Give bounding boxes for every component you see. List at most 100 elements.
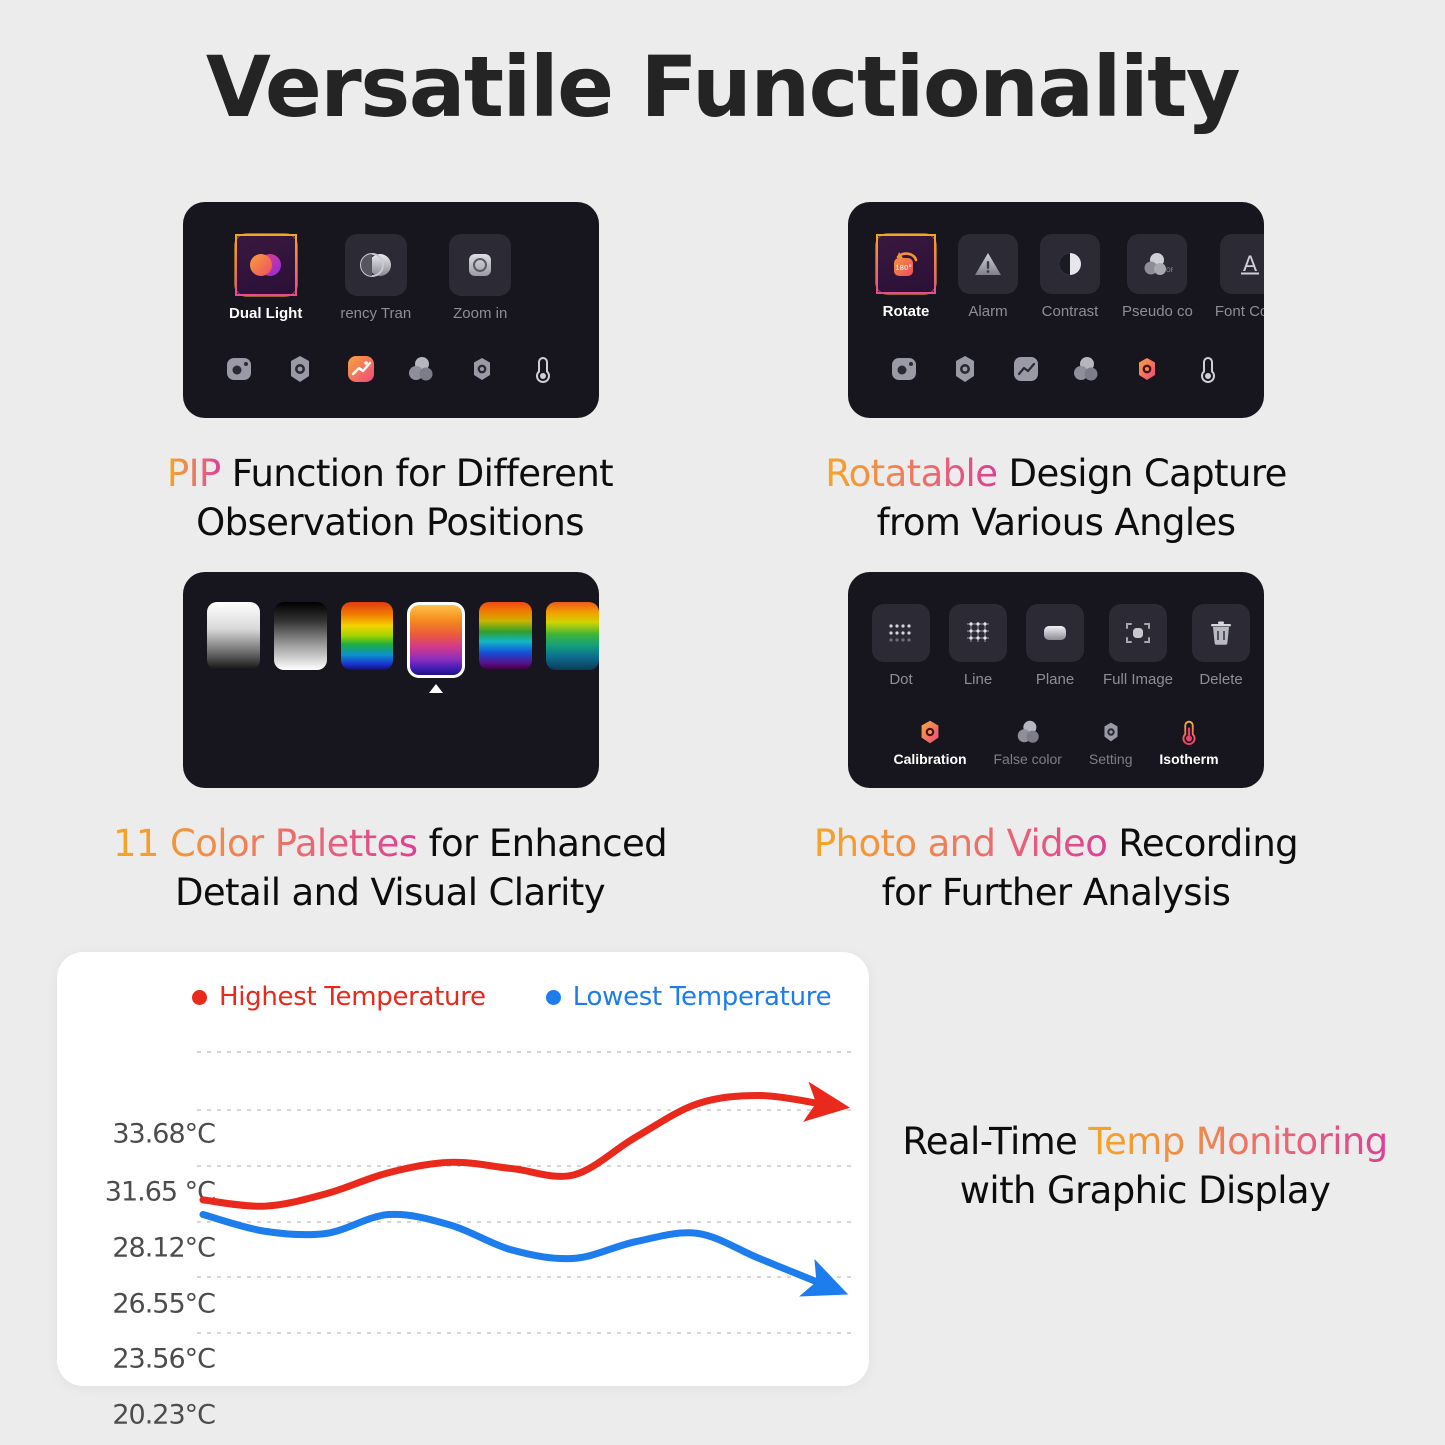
tile-label: Dot (889, 671, 913, 688)
contrast-tile[interactable] (1040, 234, 1100, 294)
palette-rainbow-2[interactable] (546, 602, 599, 670)
camera-icon (892, 358, 917, 380)
false-color-icon (1074, 357, 1098, 381)
toolbar-calibration[interactable] (285, 354, 315, 384)
toolbar-false-color[interactable] (406, 354, 436, 384)
dual-light-icon (249, 254, 281, 276)
tile-zoom-in[interactable]: Zoom in (449, 234, 512, 322)
caption-pre: Real-Time (902, 1120, 1089, 1163)
palette-black-hot[interactable] (273, 602, 327, 670)
rotate-panel: 180° Rotate Alarm Contrast OF Pseudo co … (848, 202, 1264, 418)
toolbar-chart[interactable] (1011, 354, 1041, 384)
toolbar-false-color[interactable] (1071, 354, 1101, 384)
palette-iron[interactable] (407, 602, 466, 693)
caption-rest: Recording (1107, 822, 1299, 865)
toolbar-setting[interactable]: Setting (1088, 718, 1133, 767)
tile-label: Rotate (882, 303, 930, 320)
legend-dot-lowest (545, 989, 561, 1005)
dot-icon (889, 624, 911, 642)
legend-dot-highest (192, 989, 207, 1005)
line-tile[interactable] (949, 604, 1007, 662)
camera-icon (227, 358, 252, 380)
caption-highlight: Rotatable (825, 452, 998, 495)
toolbar-isotherm[interactable] (528, 354, 558, 384)
caption-line2: Detail and Visual Clarity (174, 870, 606, 914)
tile-line[interactable]: Line (949, 604, 1007, 688)
font-color-icon: A (1240, 252, 1259, 276)
pip-panel-toolbar (183, 354, 599, 384)
alarm-icon (975, 253, 1001, 275)
palette-rainbow-hc[interactable] (479, 602, 533, 670)
toolbar-setting[interactable] (467, 354, 497, 384)
pseudo-color-tile[interactable]: OFF (1127, 234, 1188, 294)
tile-dot[interactable]: Dot (872, 604, 930, 688)
toolbar-label: Calibration (893, 751, 967, 767)
toolbar-setting[interactable] (1132, 354, 1162, 384)
palette-selected-caret (429, 684, 444, 693)
rotate-tile[interactable]: 180° (876, 234, 936, 294)
plane-tile[interactable] (1026, 604, 1084, 662)
tile-transparency[interactable]: rency Tran (340, 234, 411, 322)
legend-item-highest: Highest Temperature (192, 982, 486, 1012)
palette-rainbow[interactable] (340, 602, 394, 670)
pip-panel: Dual Light rency Tran Zoom in (183, 202, 599, 418)
false-color-icon (1017, 720, 1039, 743)
tile-label: Zoom in (453, 305, 508, 322)
transparency-tile[interactable] (344, 234, 407, 296)
caption-line2: Observation Positions (196, 500, 584, 544)
dual-light-tile[interactable] (234, 234, 297, 296)
tile-delete[interactable]: Delete (1192, 604, 1251, 688)
toolbar-camera[interactable] (224, 354, 254, 384)
toolbar-false-color[interactable]: False color (994, 718, 1062, 767)
recording-panel: Dot Line Plane Full Image Delete Calibra… (848, 572, 1264, 788)
dot-tile[interactable] (872, 604, 930, 662)
tile-plane[interactable]: Plane (1026, 604, 1084, 688)
tile-label: Contrast (1041, 303, 1099, 320)
font-color-tile[interactable]: A (1219, 234, 1264, 294)
rotate-180-icon: 180° (894, 252, 918, 276)
toolbar-calibration[interactable]: Calibration (893, 718, 967, 767)
zoom-in-icon (469, 254, 492, 276)
alarm-tile[interactable] (958, 234, 1018, 294)
contrast-icon (1059, 253, 1081, 275)
caption-highlight: PIP (166, 452, 221, 495)
delete-tile[interactable] (1192, 604, 1251, 662)
tile-contrast[interactable]: Contrast (1040, 234, 1100, 320)
plane-icon (1044, 626, 1066, 640)
tile-label: rency Tran (340, 305, 412, 322)
chart-plot-area (197, 1051, 857, 1334)
toolbar-label: Setting (1088, 751, 1133, 767)
isotherm-icon (1200, 356, 1215, 383)
zoom-in-tile[interactable] (449, 234, 512, 296)
setting-icon (1104, 722, 1118, 742)
legend-label-lowest: Lowest Temperature (572, 982, 832, 1012)
caption-rest: Design Capture (997, 452, 1288, 495)
rotate-caption: Rotatable Design Capture from Various An… (800, 450, 1312, 548)
toolbar-isotherm[interactable] (1193, 354, 1223, 384)
recording-panel-toolbar: Calibration False color Setting Isotherm (848, 718, 1264, 767)
caption-rest: for Enhanced (417, 822, 668, 865)
tile-rotate[interactable]: 180° Rotate (876, 234, 936, 320)
toolbar-camera[interactable] (889, 354, 919, 384)
line-icon (967, 622, 989, 642)
tile-alarm[interactable]: Alarm (958, 234, 1018, 320)
toolbar-calibration[interactable] (950, 354, 980, 384)
tile-dual-light[interactable]: Dual Light (229, 234, 302, 322)
tile-pseudo-color[interactable]: OFF Pseudo co (1122, 234, 1193, 320)
pip-caption: PIP Function for Different Observation P… (140, 450, 640, 548)
recording-caption: Photo and Video Recording for Further An… (790, 820, 1322, 918)
tile-full-image[interactable]: Full Image (1103, 604, 1173, 688)
toolbar-chart[interactable] (346, 354, 376, 384)
isotherm-icon (535, 356, 550, 383)
full-image-tile[interactable] (1109, 604, 1168, 662)
page-title: Versatile Functionality (205, 38, 1241, 136)
calibration-icon (955, 356, 974, 382)
tile-label: Font Color (1214, 303, 1264, 320)
tile-label: Line (963, 671, 993, 688)
calibration-icon (290, 356, 309, 382)
palette-white-hot[interactable] (207, 602, 260, 670)
setting-icon (473, 358, 490, 380)
setting-icon (1138, 358, 1155, 380)
tile-font-color[interactable]: A Font Color (1215, 234, 1264, 320)
toolbar-isotherm[interactable]: Isotherm (1159, 718, 1219, 767)
